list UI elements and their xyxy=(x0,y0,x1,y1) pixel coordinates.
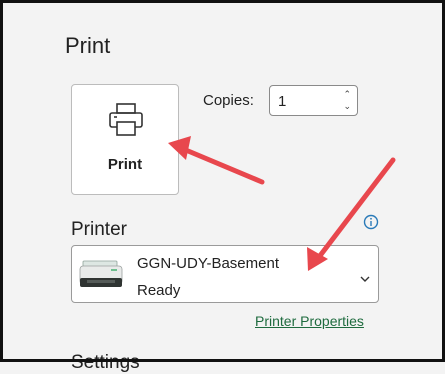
arrow-to-print-button xyxy=(168,136,265,185)
arrow-to-printer-dropdown xyxy=(307,157,396,271)
annotation-arrows xyxy=(168,136,396,271)
